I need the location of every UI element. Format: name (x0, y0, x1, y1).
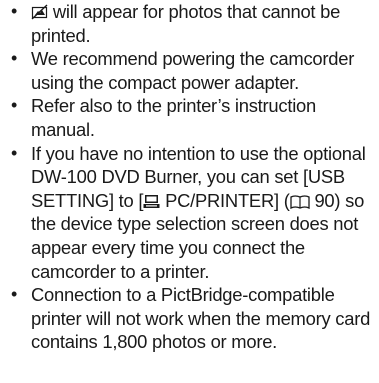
note-item: • Refer also to the printer’s instructio… (7, 94, 373, 141)
note-text: Connection to a PictBridge-compatible pr… (31, 284, 371, 353)
notes-list: • will appear for photos that cannot be … (7, 0, 373, 354)
bullet: • (10, 48, 18, 69)
note-text: will appear for photos that cannot be pr… (31, 1, 341, 46)
pc-printer-icon (143, 194, 160, 209)
note-text: Refer also to the printer’s instruction … (31, 95, 316, 140)
bullet: • (10, 284, 18, 305)
note-item: • We recommend powering the camcorder us… (7, 47, 373, 94)
bullet: • (10, 95, 18, 116)
bullet: • (10, 1, 18, 21)
note-item: • If you have no intention to use the op… (7, 142, 373, 284)
manual-page: • will appear for photos that cannot be … (0, 0, 379, 383)
note-text-mid: PC/PRINTER] ( (160, 189, 290, 211)
note-item: • Connection to a PictBridge-compatible … (7, 283, 373, 354)
no-print-icon (31, 4, 48, 20)
bullet: • (10, 142, 18, 163)
note-text: We recommend powering the camcorder usin… (31, 48, 355, 93)
book-icon (289, 195, 310, 209)
note-item: • will appear for photos that cannot be … (7, 0, 373, 47)
